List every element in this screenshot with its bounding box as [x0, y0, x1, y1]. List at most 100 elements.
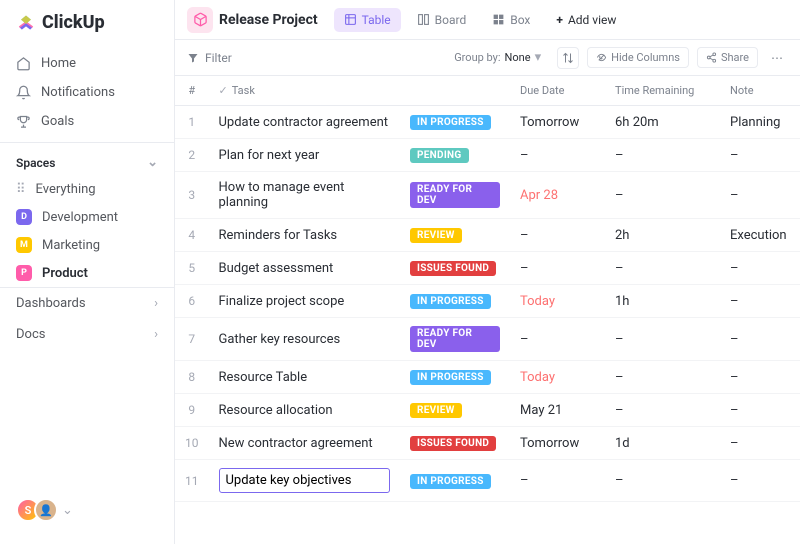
nav-notifications[interactable]: Notifications: [0, 78, 174, 107]
task-name-cell[interactable]: Reminders for Tasks: [209, 219, 401, 252]
note-cell[interactable]: Planning: [720, 106, 800, 139]
status-badge[interactable]: IN PROGRESS: [410, 474, 491, 489]
due-date-cell[interactable]: –: [510, 139, 605, 172]
col-note[interactable]: Note: [720, 76, 800, 106]
note-cell[interactable]: –: [720, 460, 800, 502]
status-badge[interactable]: REVIEW: [410, 403, 462, 418]
more-button[interactable]: ⋯: [766, 47, 788, 69]
due-date-cell[interactable]: Today: [510, 285, 605, 318]
table-row[interactable]: 3 How to manage event planning READY FOR…: [175, 172, 800, 219]
due-date-cell[interactable]: Tomorrow: [510, 106, 605, 139]
note-cell[interactable]: –: [720, 285, 800, 318]
filter-button[interactable]: Filter: [205, 51, 232, 65]
view-tab-table[interactable]: Table: [334, 8, 401, 32]
table-row[interactable]: 8 Resource Table IN PROGRESS Today – –: [175, 361, 800, 394]
due-date-cell[interactable]: Today: [510, 361, 605, 394]
task-name-cell[interactable]: New contractor agreement: [209, 427, 401, 460]
note-cell[interactable]: Execution: [720, 219, 800, 252]
dashboards-section[interactable]: Dashboards ›: [0, 287, 174, 319]
status-badge[interactable]: READY FOR DEV: [410, 182, 500, 208]
space-item-marketing[interactable]: MMarketing: [0, 231, 174, 259]
sort-button[interactable]: [557, 47, 579, 69]
status-badge[interactable]: ISSUES FOUND: [410, 261, 496, 276]
table-row[interactable]: 4 Reminders for Tasks REVIEW – 2h Execut…: [175, 219, 800, 252]
docs-section[interactable]: Docs ›: [0, 319, 174, 350]
col-remaining[interactable]: Time Remaining: [605, 76, 720, 106]
table-row[interactable]: 11 IN PROGRESS – – –: [175, 460, 800, 502]
nav-home[interactable]: Home: [0, 49, 174, 78]
remaining-cell[interactable]: –: [605, 139, 720, 172]
task-name-cell[interactable]: Finalize project scope: [209, 285, 401, 318]
status-badge[interactable]: IN PROGRESS: [410, 294, 491, 309]
due-date-cell[interactable]: May 21: [510, 394, 605, 427]
note-cell[interactable]: –: [720, 394, 800, 427]
brand-logo[interactable]: ClickUp: [0, 12, 174, 49]
due-date-cell[interactable]: Tomorrow: [510, 427, 605, 460]
hide-columns-button[interactable]: Hide Columns: [587, 47, 689, 68]
view-tab-board[interactable]: Board: [407, 8, 477, 32]
remaining-cell[interactable]: –: [605, 460, 720, 502]
table-row[interactable]: 5 Budget assessment ISSUES FOUND – – –: [175, 252, 800, 285]
due-date-cell[interactable]: –: [510, 219, 605, 252]
status-badge[interactable]: ISSUES FOUND: [410, 436, 496, 451]
add-view-button[interactable]: + Add view: [546, 8, 626, 32]
note-cell[interactable]: –: [720, 172, 800, 219]
remaining-cell[interactable]: –: [605, 318, 720, 361]
view-tab-box[interactable]: Box: [482, 8, 540, 32]
remaining-cell[interactable]: 2h: [605, 219, 720, 252]
table-row[interactable]: 2 Plan for next year PENDING – – –: [175, 139, 800, 172]
task-name-input[interactable]: [219, 468, 391, 493]
remaining-cell[interactable]: –: [605, 394, 720, 427]
task-name-cell[interactable]: Update contractor agreement: [209, 106, 401, 139]
remaining-cell[interactable]: –: [605, 172, 720, 219]
group-by-dropdown[interactable]: Group by: None ▾: [446, 47, 549, 68]
remaining-cell[interactable]: 1h: [605, 285, 720, 318]
project-icon[interactable]: [187, 7, 213, 33]
space-item-product[interactable]: PProduct: [0, 259, 174, 287]
table-row[interactable]: 9 Resource allocation REVIEW May 21 – –: [175, 394, 800, 427]
due-date-cell[interactable]: –: [510, 318, 605, 361]
user-avatars[interactable]: S 👤 ⌄: [0, 488, 174, 532]
status-badge[interactable]: PENDING: [410, 148, 469, 163]
remaining-cell[interactable]: –: [605, 252, 720, 285]
note-cell[interactable]: –: [720, 252, 800, 285]
due-date-cell[interactable]: Apr 28: [510, 172, 605, 219]
note-cell[interactable]: –: [720, 427, 800, 460]
col-task[interactable]: ✓Task: [209, 76, 401, 106]
status-badge[interactable]: READY FOR DEV: [410, 326, 500, 352]
col-status[interactable]: [400, 76, 510, 106]
chevron-down-icon[interactable]: ⌄: [62, 503, 73, 518]
remaining-cell[interactable]: –: [605, 361, 720, 394]
table-row[interactable]: 6 Finalize project scope IN PROGRESS Tod…: [175, 285, 800, 318]
view-tab-board-label: Board: [435, 13, 467, 27]
chevron-right-icon: ›: [154, 327, 158, 342]
task-name-cell[interactable]: Budget assessment: [209, 252, 401, 285]
task-name-cell[interactable]: Resource Table: [209, 361, 401, 394]
avatar[interactable]: 👤: [34, 498, 58, 522]
space-everything[interactable]: ⠿ Everything: [0, 176, 174, 203]
note-cell[interactable]: –: [720, 318, 800, 361]
spaces-header[interactable]: Spaces ⌄: [0, 145, 174, 176]
remaining-cell[interactable]: 1d: [605, 427, 720, 460]
due-date-cell[interactable]: –: [510, 252, 605, 285]
nav-goals[interactable]: Goals: [0, 107, 174, 136]
table-row[interactable]: 7 Gather key resources READY FOR DEV – –…: [175, 318, 800, 361]
task-name-cell[interactable]: Gather key resources: [209, 318, 401, 361]
space-item-development[interactable]: DDevelopment: [0, 203, 174, 231]
table-row[interactable]: 1 Update contractor agreement IN PROGRES…: [175, 106, 800, 139]
share-button[interactable]: Share: [697, 47, 758, 68]
remaining-cell[interactable]: 6h 20m: [605, 106, 720, 139]
status-badge[interactable]: IN PROGRESS: [410, 115, 491, 130]
note-cell[interactable]: –: [720, 361, 800, 394]
note-cell[interactable]: –: [720, 139, 800, 172]
status-badge[interactable]: REVIEW: [410, 228, 462, 243]
project-title[interactable]: Release Project: [219, 12, 318, 28]
status-badge[interactable]: IN PROGRESS: [410, 370, 491, 385]
col-num[interactable]: #: [175, 76, 209, 106]
due-date-cell[interactable]: –: [510, 460, 605, 502]
task-name-cell[interactable]: Resource allocation: [209, 394, 401, 427]
table-row[interactable]: 10 New contractor agreement ISSUES FOUND…: [175, 427, 800, 460]
col-due[interactable]: Due Date: [510, 76, 605, 106]
task-name-cell[interactable]: Plan for next year: [209, 139, 401, 172]
task-name-cell[interactable]: How to manage event planning: [209, 172, 401, 219]
